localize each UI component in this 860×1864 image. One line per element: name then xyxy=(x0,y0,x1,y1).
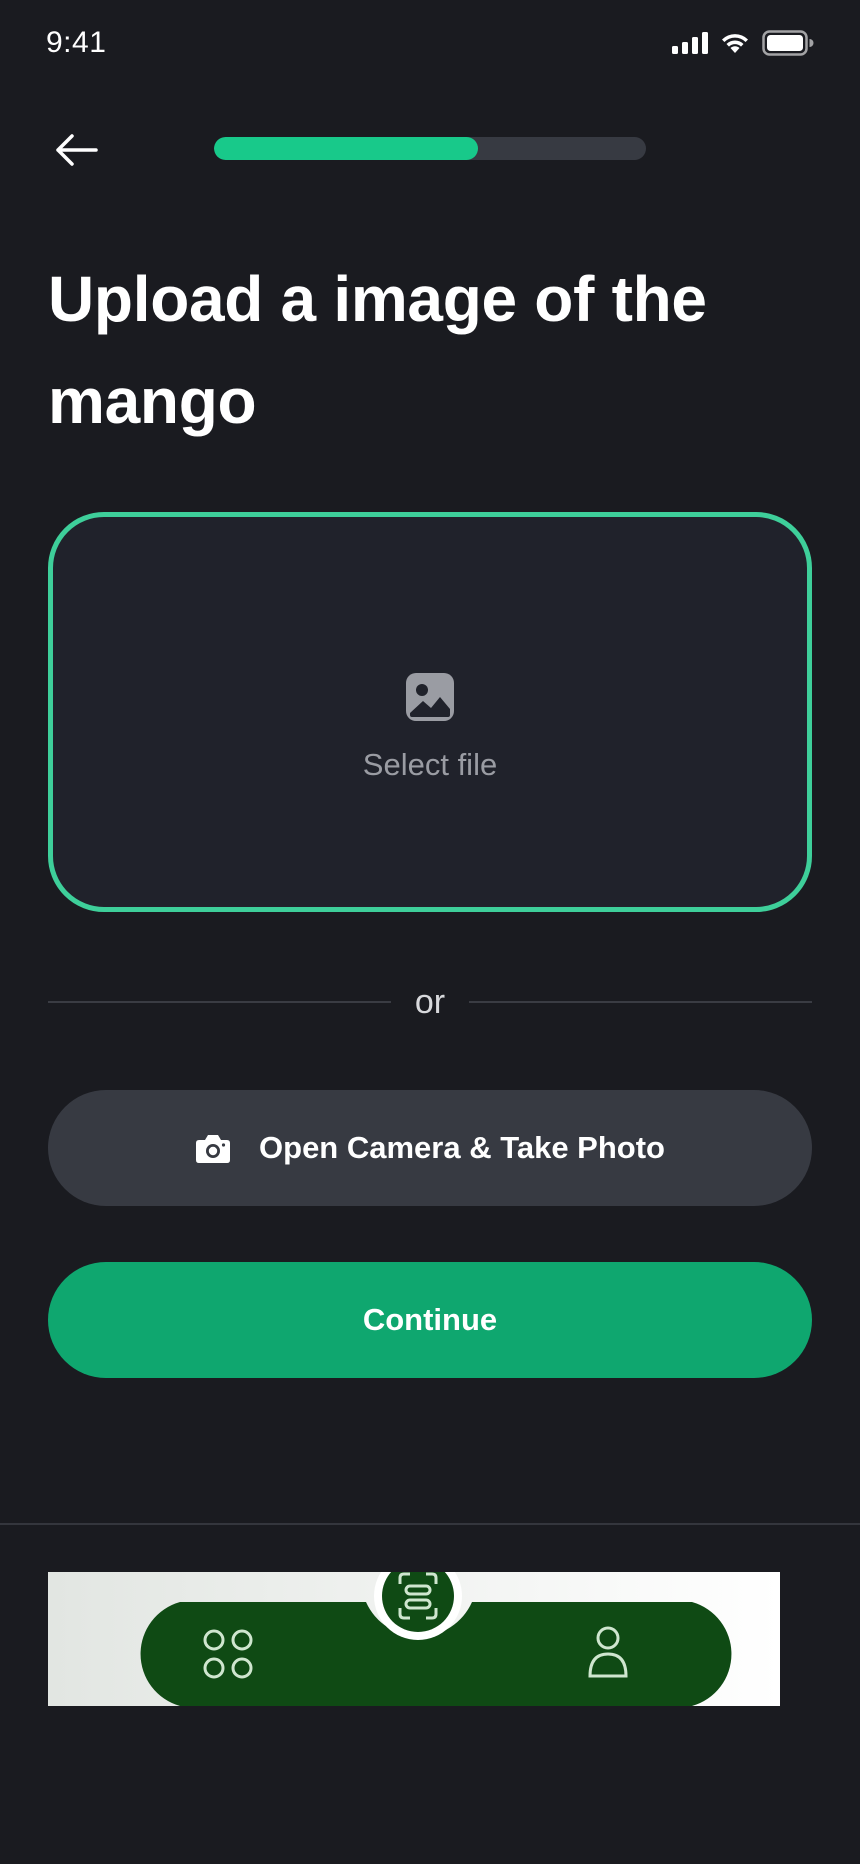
back-button[interactable] xyxy=(48,122,104,178)
divider-label: or xyxy=(414,982,446,1021)
status-icons xyxy=(672,30,814,56)
select-file-label: Select file xyxy=(362,747,498,782)
divider-line-right xyxy=(469,1001,813,1003)
battery-icon xyxy=(762,30,814,56)
continue-button[interactable]: Continue xyxy=(48,1262,812,1378)
wifi-icon xyxy=(722,34,748,53)
bottom-divider xyxy=(0,1523,860,1525)
status-time: 9:41 xyxy=(46,26,107,59)
bottom-nav-image xyxy=(48,1572,780,1706)
camera-icon xyxy=(196,1135,231,1163)
status-bar: 9:41 xyxy=(0,0,860,90)
or-divider: or xyxy=(48,978,813,1026)
arrow-left-icon xyxy=(56,134,98,166)
upload-dropzone[interactable]: Select file xyxy=(48,512,812,912)
progress-bar xyxy=(214,137,646,160)
image-icon xyxy=(406,673,454,721)
divider-line-left xyxy=(48,1001,391,1003)
continue-label: Continue xyxy=(362,1302,498,1337)
open-camera-button[interactable]: Open Camera & Take Photo xyxy=(48,1090,812,1206)
cellular-signal-icon xyxy=(672,32,708,54)
progress-fill xyxy=(214,137,478,160)
page-title: Upload a image of the mango xyxy=(48,263,707,437)
open-camera-label: Open Camera & Take Photo xyxy=(259,1130,665,1165)
